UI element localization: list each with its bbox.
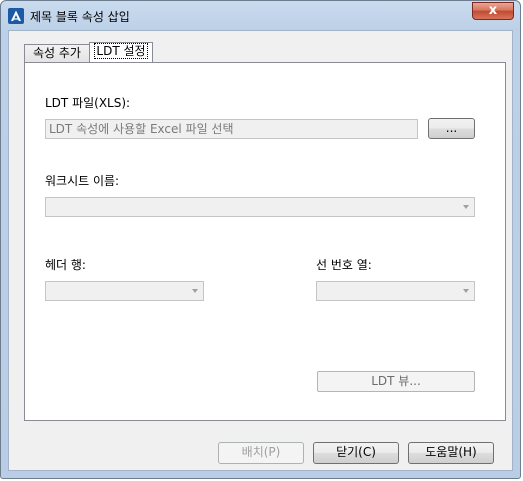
ldt-file-label: LDT 파일(XLS): [45, 96, 131, 110]
line-number-column-dropdown[interactable] [316, 281, 475, 301]
dialog-client-area: 속성 추가 LDT 설정 LDT 파일(XLS): LDT 속성에 사용할 Ex… [8, 30, 513, 471]
browse-ldt-file-button[interactable]: ... [428, 118, 475, 139]
ldt-file-input[interactable]: LDT 속성에 사용할 Excel 파일 선택 [45, 119, 418, 139]
chevron-down-icon [463, 205, 469, 209]
window-title: 제목 블록 속성 삽입 [30, 10, 130, 24]
chevron-down-icon [463, 289, 469, 293]
autocad-app-icon [8, 8, 24, 24]
tab-ldt-settings-label: LDT 설정 [94, 43, 148, 59]
close-icon: x [488, 3, 498, 18]
ldt-view-button[interactable]: LDT 뷰... [317, 371, 475, 392]
place-button[interactable]: 배치(P) [218, 442, 304, 464]
dialog-window: 제목 블록 속성 삽입 x 속성 추가 LDT 설정 LDT 파일(XLS): … [0, 0, 521, 479]
line-number-column-label: 선 번호 열: [316, 258, 372, 272]
tab-add-attributes-label: 속성 추가 [33, 46, 81, 60]
header-row-dropdown[interactable] [45, 281, 204, 301]
header-row-label: 헤더 행: [45, 258, 86, 272]
chevron-down-icon [192, 289, 198, 293]
help-button[interactable]: 도움말(H) [408, 442, 494, 464]
tab-ldt-settings[interactable]: LDT 설정 [89, 42, 153, 63]
tab-add-attributes[interactable]: 속성 추가 [24, 44, 90, 63]
ldt-settings-panel: LDT 파일(XLS): LDT 속성에 사용할 Excel 파일 선택 ...… [24, 62, 506, 421]
close-button[interactable]: 닫기(C) [313, 442, 399, 464]
worksheet-name-dropdown[interactable] [45, 197, 475, 217]
worksheet-name-label: 워크시트 이름: [45, 174, 120, 188]
close-window-button[interactable]: x [472, 2, 514, 20]
title-bar[interactable]: 제목 블록 속성 삽입 x [1, 1, 520, 31]
